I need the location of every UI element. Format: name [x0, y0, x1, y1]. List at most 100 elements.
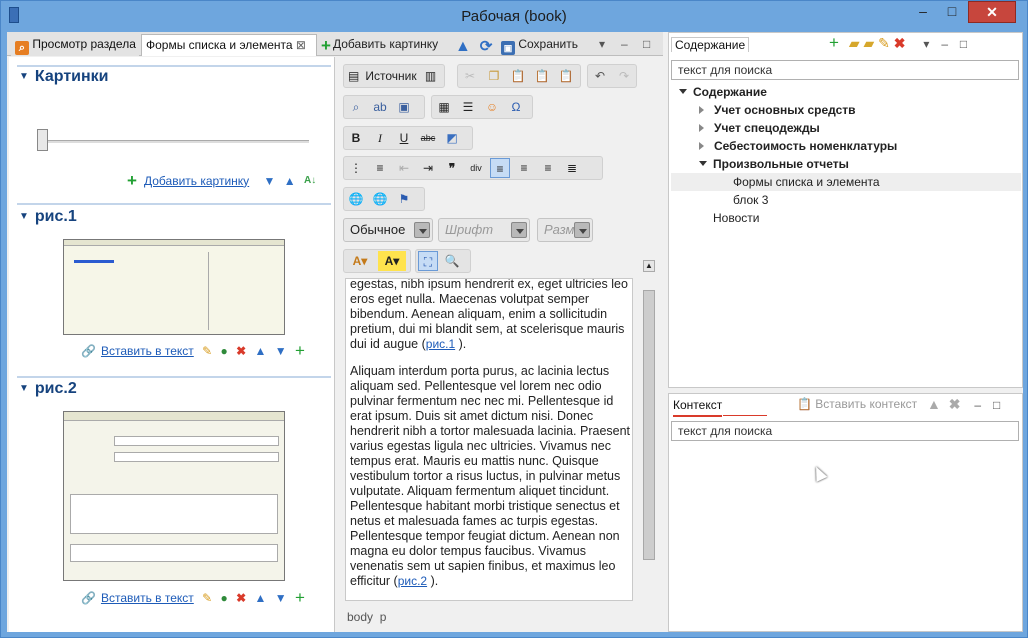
show-blocks-icon[interactable]: 🔍 [442, 251, 462, 271]
folder-add-icon[interactable]: ▰ [849, 35, 860, 51]
align-center-icon[interactable]: ≡ [514, 158, 534, 178]
style-select[interactable]: Обычное [343, 218, 433, 242]
path-body[interactable]: body [347, 610, 373, 624]
fig1-thumbnail[interactable] [63, 239, 285, 335]
plus-icon[interactable]: + [295, 342, 305, 359]
fig2-thumbnail[interactable] [63, 411, 285, 581]
numbered-list-icon[interactable]: ⋮ [346, 158, 366, 178]
tab-minimize-icon[interactable]: – [621, 34, 628, 54]
move-down-icon[interactable]: ▼ [275, 344, 287, 358]
copy-icon[interactable]: ❐ [484, 66, 504, 86]
download-icon[interactable]: ● [221, 591, 228, 605]
align-left-icon[interactable]: ≡ [490, 158, 510, 178]
fig1-insert-link[interactable]: Вставить в текст [101, 344, 194, 358]
pane-maximize-icon[interactable]: □ [993, 398, 1000, 412]
sort-az-icon[interactable]: A↓ [304, 175, 316, 186]
add-picture-link[interactable]: Добавить картинку [144, 174, 249, 188]
div-icon[interactable]: div [466, 158, 486, 178]
undo-icon[interactable]: ↶ [590, 66, 610, 86]
plus-icon[interactable]: + [295, 589, 305, 606]
plus-icon[interactable]: + [829, 33, 839, 52]
bullet-list-icon[interactable]: ≡ [370, 158, 390, 178]
text-color-icon[interactable]: A▾ [346, 251, 374, 271]
cut-icon[interactable]: ✂ [460, 66, 480, 86]
tree-item[interactable]: Себестоимость номенклатуры [699, 139, 897, 153]
hr-icon[interactable]: ☰ [458, 97, 478, 117]
pane-minimize-icon[interactable]: – [974, 398, 981, 412]
fig2-reference-link[interactable]: рис.2 [398, 574, 427, 588]
refresh-button[interactable]: ⟳ [479, 34, 493, 54]
add-picture-toolbar-button[interactable]: + Добавить картинку [319, 34, 438, 54]
pictures-header[interactable]: ▼ Картинки [19, 68, 109, 86]
italic-icon[interactable]: I [370, 128, 390, 148]
outdent-icon[interactable]: ⇤ [394, 158, 414, 178]
sort-up-icon[interactable]: ▲ [284, 174, 296, 188]
smiley-icon[interactable]: ☺ [482, 97, 502, 117]
source-button[interactable]: ▤ Источник ▥ [343, 64, 445, 88]
tree-root[interactable]: Содержание [679, 85, 767, 99]
pane-maximize-icon[interactable]: □ [960, 37, 967, 51]
save-button[interactable]: ▣ Сохранить [501, 34, 578, 55]
underline-icon[interactable]: U [394, 128, 414, 148]
pane-minimize-icon[interactable]: – [941, 37, 948, 51]
replace-icon[interactable]: ab [370, 97, 390, 117]
tab-maximize-icon[interactable]: □ [643, 34, 650, 54]
contents-search-input[interactable]: текст для поиска [671, 60, 1019, 80]
delete-icon[interactable]: ✖ [894, 35, 906, 51]
edit-icon[interactable]: ✎ [878, 35, 890, 51]
redo-icon[interactable]: ↷ [614, 66, 634, 86]
tree-item-selected[interactable]: Формы списка и элемента [671, 173, 1021, 191]
maximize-editor-icon[interactable]: ⛶ [418, 251, 438, 271]
paste-text-icon[interactable]: 📋 [532, 66, 552, 86]
download-icon[interactable]: ● [221, 344, 228, 358]
fig1-header[interactable]: ▼ рис.1 [19, 208, 77, 226]
pane-menu-icon[interactable]: ▾ [923, 37, 929, 51]
align-right-icon[interactable]: ≡ [538, 158, 558, 178]
unlink-icon[interactable]: 🌐 [370, 189, 390, 209]
tab-menu-icon[interactable]: ▾ [599, 34, 605, 54]
anchor-flag-icon[interactable]: ⚑ [394, 189, 414, 209]
indent-icon[interactable]: ⇥ [418, 158, 438, 178]
paste-icon[interactable]: 📋 [508, 66, 528, 86]
editor-scrollbar[interactable]: ▲ [642, 260, 656, 600]
move-up-icon[interactable]: ▲ [255, 591, 267, 605]
tab-preview[interactable]: ⌕ Просмотр раздела [11, 34, 139, 56]
blockquote-icon[interactable]: ❞ [442, 158, 462, 178]
bg-color-icon[interactable]: A▾ [378, 251, 406, 271]
select-all-icon[interactable]: ▣ [394, 97, 414, 117]
tab-forms[interactable]: Формы списка и элемента ⊠ [141, 34, 317, 56]
context-search-input[interactable]: текст для поиска [671, 421, 1019, 441]
move-down-icon[interactable]: ▼ [275, 591, 287, 605]
find-icon[interactable]: ⌕ [346, 97, 366, 117]
edit-icon[interactable]: ✎ [202, 344, 212, 358]
editor-document[interactable]: egestas, nibh ipsum hendrerit ex, eget u… [345, 278, 633, 601]
maximize-button[interactable]: □ [938, 1, 966, 23]
tree-item[interactable]: Произвольные отчеты [699, 157, 849, 171]
path-p[interactable]: p [380, 610, 387, 624]
tree-item[interactable]: Учет основных средств [699, 103, 856, 117]
insert-context-button[interactable]: 📋 Вставить контекст [797, 397, 917, 411]
tab-context[interactable]: Контекст [673, 398, 723, 417]
table-icon[interactable]: ▦ [434, 97, 454, 117]
sort-down-icon[interactable]: ▼ [264, 174, 276, 188]
delete-icon[interactable]: ✖ [949, 396, 961, 412]
link-globe-icon[interactable]: 🌐 [346, 189, 366, 209]
folder-down-icon[interactable]: ▰ [864, 35, 875, 51]
justify-icon[interactable]: ≣ [562, 158, 582, 178]
strike-icon[interactable]: abc [418, 128, 438, 148]
delete-icon[interactable]: ✖ [236, 591, 246, 605]
edit-icon[interactable]: ✎ [202, 591, 212, 605]
paste-word-icon[interactable]: 📋 [556, 66, 576, 86]
delete-icon[interactable]: ✖ [236, 344, 246, 358]
zoom-slider-thumb[interactable] [37, 129, 48, 151]
special-char-icon[interactable]: Ω [506, 97, 526, 117]
fig2-header[interactable]: ▼ рис.2 [19, 380, 77, 398]
tab-close-icon[interactable]: ⊠ [296, 38, 306, 52]
font-select[interactable]: Шрифт [438, 218, 530, 242]
zoom-slider-track[interactable] [37, 140, 309, 144]
tree-item[interactable]: блок 3 [733, 193, 768, 207]
scroll-up-icon[interactable]: ▲ [643, 260, 655, 272]
bold-icon[interactable]: B [346, 128, 366, 148]
eraser-icon[interactable]: ◩ [442, 128, 462, 148]
tab-contents[interactable]: Содержание [671, 37, 750, 52]
